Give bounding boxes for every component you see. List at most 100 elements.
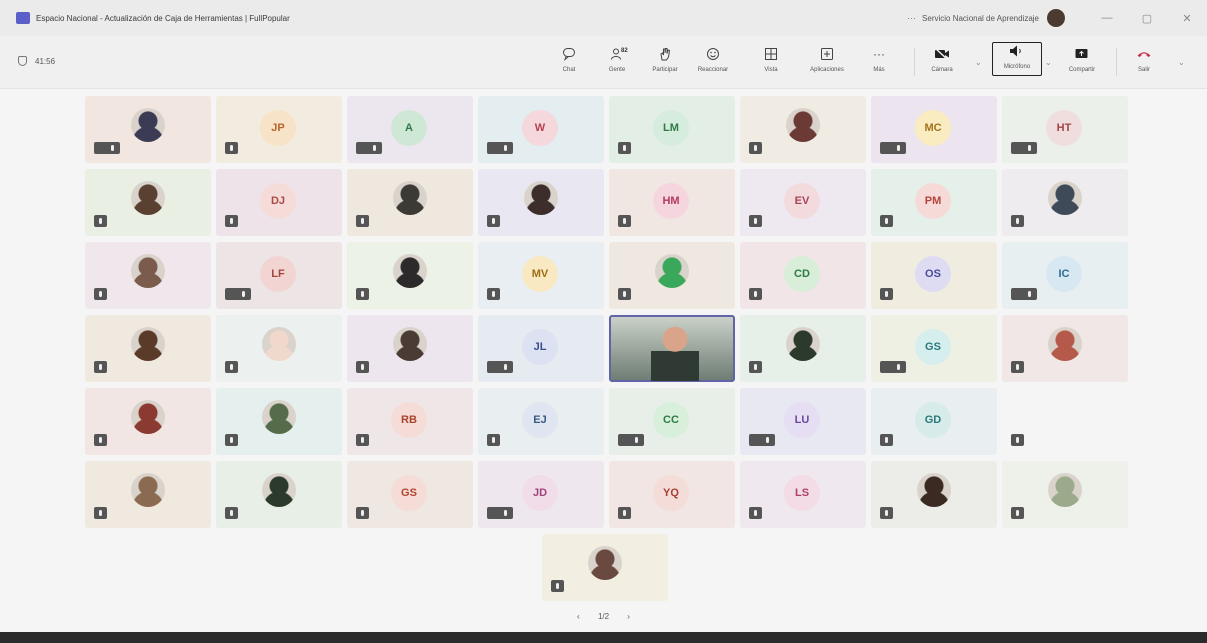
muted-mic-icon	[487, 142, 513, 154]
participant-tile[interactable]	[347, 315, 473, 382]
participant-tile[interactable]: HM	[609, 169, 735, 236]
muted-mic-icon	[356, 434, 369, 446]
muted-mic-icon	[94, 142, 120, 154]
muted-mic-icon	[749, 361, 762, 373]
participant-tile[interactable]: JL	[478, 315, 604, 382]
react-button[interactable]: Reaccionar	[689, 46, 737, 73]
participant-tile[interactable]	[1002, 315, 1128, 382]
muted-mic-icon	[551, 580, 564, 592]
participant-tile[interactable]	[609, 315, 735, 382]
muted-mic-icon	[618, 434, 644, 446]
share-button[interactable]: Compartir	[1058, 46, 1106, 73]
muted-mic-icon	[880, 434, 893, 446]
participant-tile[interactable]: DJ	[216, 169, 342, 236]
chat-button[interactable]: Chat	[545, 46, 593, 73]
participant-tile[interactable]	[542, 534, 668, 601]
muted-mic-icon	[1011, 434, 1024, 446]
leave-button[interactable]: Salir	[1120, 46, 1168, 73]
participant-tile[interactable]	[85, 388, 211, 455]
participant-tile[interactable]: OS	[871, 242, 997, 309]
participant-tile[interactable]: LM	[609, 96, 735, 163]
muted-mic-icon	[356, 288, 369, 300]
participant-tile[interactable]	[216, 461, 342, 528]
participant-tile[interactable]: W	[478, 96, 604, 163]
participant-avatar	[1048, 327, 1082, 361]
participant-tile[interactable]	[347, 242, 473, 309]
participant-tile[interactable]: YQ	[609, 461, 735, 528]
participant-tile[interactable]: A	[347, 96, 473, 163]
raise-hand-button[interactable]: Participar	[641, 46, 689, 73]
participant-avatar	[1048, 473, 1082, 507]
participant-tile[interactable]	[216, 315, 342, 382]
participant-tile[interactable]: GS	[871, 315, 997, 382]
people-label: Gente	[608, 67, 626, 73]
participant-initials: DJ	[260, 183, 296, 219]
participant-tile[interactable]	[478, 169, 604, 236]
participant-tile[interactable]: LU	[740, 388, 866, 455]
maximize-button[interactable]: ▢	[1127, 12, 1167, 25]
leave-options-chevron-icon[interactable]: ⌄	[1178, 58, 1185, 67]
participant-tile[interactable]	[1002, 388, 1128, 455]
participant-initials: OS	[915, 256, 951, 292]
participant-tile[interactable]: LF	[216, 242, 342, 309]
participant-tile[interactable]: GS	[347, 461, 473, 528]
participant-tile[interactable]	[347, 169, 473, 236]
participant-tile[interactable]: IC	[1002, 242, 1128, 309]
participant-tile[interactable]: EV	[740, 169, 866, 236]
participant-avatar	[262, 473, 296, 507]
participant-tile[interactable]: CC	[609, 388, 735, 455]
muted-mic-icon	[356, 361, 369, 373]
view-button[interactable]: Vista	[747, 46, 795, 73]
participant-tile[interactable]	[871, 461, 997, 528]
participant-initials: HT	[1046, 110, 1082, 146]
participant-tile[interactable]: RB	[347, 388, 473, 455]
participant-tile[interactable]: MV	[478, 242, 604, 309]
participant-avatar	[786, 108, 820, 142]
participant-tile[interactable]: MC	[871, 96, 997, 163]
participant-tile[interactable]	[85, 461, 211, 528]
more-button[interactable]: ··· Más	[855, 46, 903, 73]
participant-tile[interactable]	[85, 242, 211, 309]
participant-initials: HM	[653, 183, 689, 219]
people-button[interactable]: 82 Gente	[593, 46, 641, 73]
muted-mic-icon	[880, 142, 906, 154]
microphone-button[interactable]: Micrófono	[992, 42, 1042, 76]
participant-tile[interactable]	[85, 96, 211, 163]
camera-off-icon	[934, 46, 950, 62]
participant-tile[interactable]	[740, 96, 866, 163]
participant-initials: GS	[915, 329, 951, 365]
participant-tile[interactable]: GD	[871, 388, 997, 455]
participant-tile[interactable]	[1002, 461, 1128, 528]
participant-tile[interactable]: PM	[871, 169, 997, 236]
participant-tile[interactable]	[85, 169, 211, 236]
muted-mic-icon	[94, 434, 107, 446]
participant-initials: LS	[784, 475, 820, 511]
close-button[interactable]: ✕	[1167, 12, 1207, 25]
user-avatar[interactable]	[1047, 9, 1065, 27]
next-page-icon[interactable]: ›	[627, 612, 630, 621]
share-label: Compartir	[1068, 67, 1096, 73]
muted-mic-icon	[1011, 288, 1037, 300]
apps-button[interactable]: Aplicaciones	[803, 46, 851, 73]
participant-tile[interactable]: EJ	[478, 388, 604, 455]
minimize-button[interactable]: —	[1087, 12, 1127, 24]
participant-tile[interactable]: CD	[740, 242, 866, 309]
participant-avatar	[262, 400, 296, 434]
camera-button[interactable]: Cámara	[918, 46, 966, 73]
more-icon[interactable]: ···	[907, 13, 916, 23]
participant-tile[interactable]: JD	[478, 461, 604, 528]
participant-initials: EV	[784, 183, 820, 219]
participant-tile[interactable]	[740, 315, 866, 382]
previous-page-icon[interactable]: ‹	[577, 612, 580, 621]
camera-options-chevron-icon[interactable]: ⌄	[975, 58, 982, 67]
microphone-options-chevron-icon[interactable]: ⌄	[1045, 58, 1052, 67]
participant-tile[interactable]	[85, 315, 211, 382]
participant-initials: JL	[522, 329, 558, 365]
participant-tile[interactable]	[609, 242, 735, 309]
chat-label: Chat	[562, 67, 576, 73]
participant-tile[interactable]	[216, 388, 342, 455]
participant-tile[interactable]: LS	[740, 461, 866, 528]
participant-tile[interactable]: HT	[1002, 96, 1128, 163]
participant-tile[interactable]: JP	[216, 96, 342, 163]
participant-tile[interactable]	[1002, 169, 1128, 236]
